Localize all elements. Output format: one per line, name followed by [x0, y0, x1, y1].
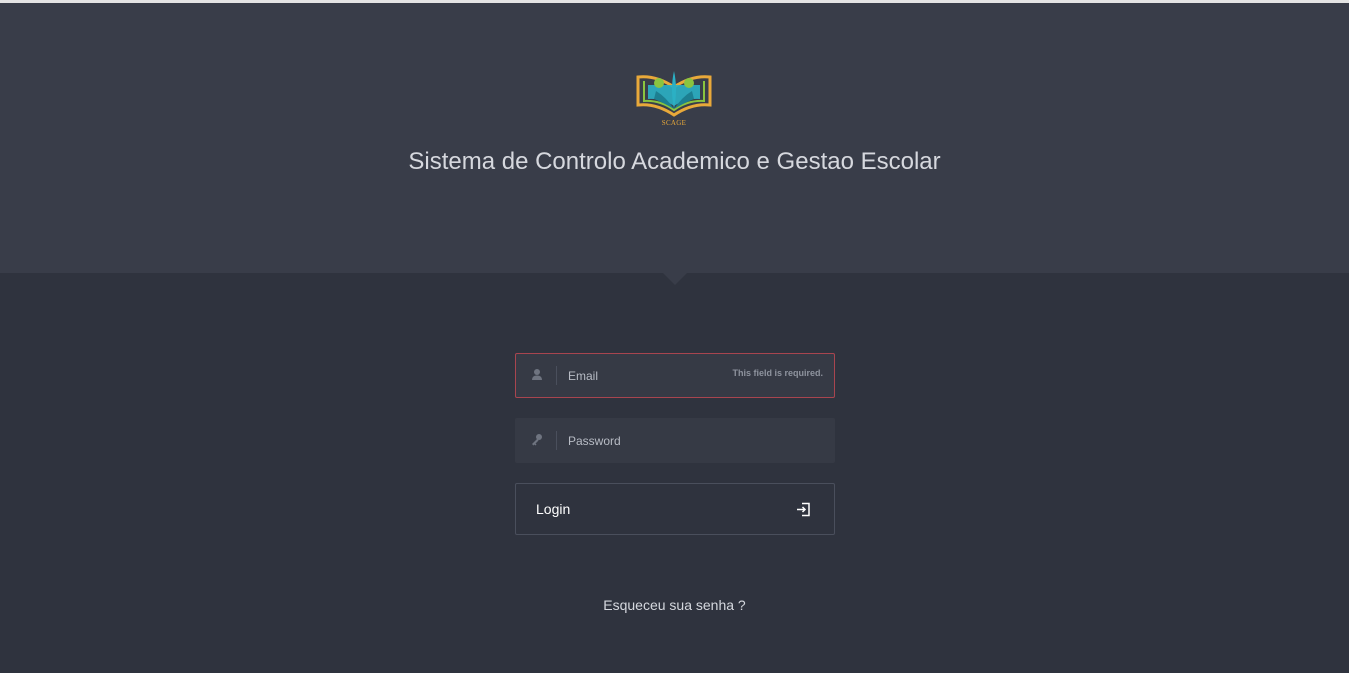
login-button-label: Login	[536, 501, 571, 517]
email-field: This field is required.	[515, 353, 835, 398]
header-banner: SCAGE Sistema de Controlo Academico e Ge…	[0, 3, 1349, 273]
login-icon	[796, 502, 811, 517]
password-field	[515, 418, 835, 463]
email-error-message: This field is required.	[732, 368, 823, 378]
key-icon	[529, 432, 545, 448]
forgot-password-container: Esqueceu sua senha ?	[0, 597, 1349, 615]
header-notch-arrow	[663, 273, 687, 285]
field-separator	[556, 431, 557, 450]
forgot-password-link[interactable]: Esqueceu sua senha ?	[603, 597, 745, 613]
logo-label: SCAGE	[661, 119, 687, 127]
password-input[interactable]	[568, 419, 768, 462]
book-people-logo-icon	[636, 71, 712, 117]
scage-logo: SCAGE	[634, 69, 714, 131]
field-separator	[556, 366, 557, 385]
page-title: Sistema de Controlo Academico e Gestao E…	[408, 148, 941, 175]
login-button[interactable]: Login	[515, 483, 835, 535]
user-icon	[529, 367, 545, 383]
